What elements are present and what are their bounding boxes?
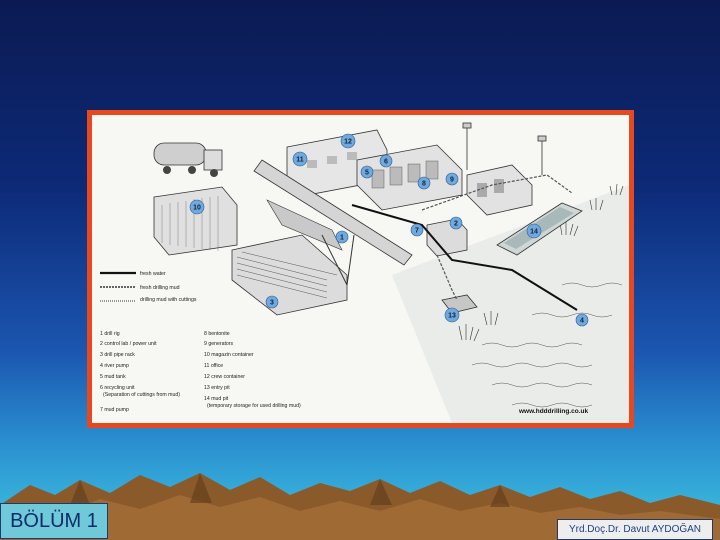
component-label: 6 recycling unit <box>100 385 135 391</box>
site-diagram-svg: fresh water fresh drilling mud drilling … <box>100 122 629 423</box>
component-list-left: 1 drill rig 2 control lab / power unit 3… <box>100 331 180 413</box>
badge-9: 9 <box>445 172 459 186</box>
badge-14: 14 <box>526 223 542 239</box>
svg-text:11: 11 <box>296 157 304 164</box>
svg-text:4: 4 <box>580 318 584 325</box>
badge-11: 11 <box>292 151 308 167</box>
svg-text:14: 14 <box>530 229 538 236</box>
badge-2: 2 <box>449 216 463 230</box>
svg-text:8: 8 <box>422 181 426 188</box>
legend-label: fresh drilling mud <box>140 285 180 291</box>
component-list-right: 8 bentonite 9 generators 10 magazin cont… <box>204 331 301 409</box>
component-label: 7 mud pump <box>100 407 129 413</box>
badge-5: 5 <box>360 165 374 179</box>
component-label: 1 drill rig <box>100 331 120 337</box>
badge-3: 3 <box>265 295 279 309</box>
generators <box>466 164 533 216</box>
line-legend: fresh water fresh drilling mud drilling … <box>100 271 197 303</box>
component-label: 2 control lab / power unit <box>100 341 157 347</box>
legend-label: drilling mud with cuttings <box>140 297 197 303</box>
svg-text:12: 12 <box>344 139 352 146</box>
badge-1: 1 <box>335 230 349 244</box>
magazine-container <box>153 186 238 256</box>
drilling-site-figure: fresh water fresh drilling mud drilling … <box>87 110 634 428</box>
component-label: 10 magazin container <box>204 352 254 358</box>
svg-text:3: 3 <box>270 300 274 307</box>
slide: fresh water fresh drilling mud drilling … <box>0 0 720 540</box>
badge-6: 6 <box>379 154 393 168</box>
component-label: 11 office <box>204 363 223 369</box>
component-label: 14 mud pit <box>204 396 229 402</box>
svg-text:1: 1 <box>340 235 344 242</box>
svg-text:7: 7 <box>415 228 419 235</box>
website-credit: www.hdddrilling.co.uk <box>518 408 588 415</box>
component-label: 12 crew container <box>204 374 245 380</box>
svg-text:2: 2 <box>454 221 458 228</box>
component-label: 3 drill pipe rack <box>100 352 135 358</box>
badge-8: 8 <box>417 176 431 190</box>
svg-text:5: 5 <box>365 170 369 177</box>
badge-12: 12 <box>340 133 356 149</box>
svg-text:10: 10 <box>193 205 201 212</box>
component-label: 8 bentonite <box>204 331 230 337</box>
badge-10: 10 <box>189 199 205 215</box>
badge-4: 4 <box>575 313 589 327</box>
component-label: (Separation of cuttings from mud) <box>103 392 180 398</box>
drilling-site-illustration: fresh water fresh drilling mud drilling … <box>92 115 629 423</box>
component-label: (temporary storage for used drilling mud… <box>207 403 301 409</box>
badge-13: 13 <box>444 307 460 323</box>
water-area <box>392 185 629 423</box>
svg-text:6: 6 <box>384 159 388 166</box>
drill-pipe-rack <box>231 234 348 316</box>
component-label: 9 generators <box>204 341 234 347</box>
author-label: Yrd.Doç.Dr. Davut AYDOĞAN <box>557 519 713 540</box>
component-label: 4 river pump <box>100 363 129 369</box>
svg-text:9: 9 <box>450 177 454 184</box>
tanker-truck <box>153 142 223 177</box>
legend-label: fresh water <box>140 271 166 277</box>
component-label: 13 entry pit <box>204 385 230 391</box>
badge-7: 7 <box>410 223 424 237</box>
chapter-label: BÖLÜM 1 <box>0 503 108 539</box>
component-label: 5 mud tank <box>100 374 126 380</box>
svg-text:13: 13 <box>448 313 456 320</box>
